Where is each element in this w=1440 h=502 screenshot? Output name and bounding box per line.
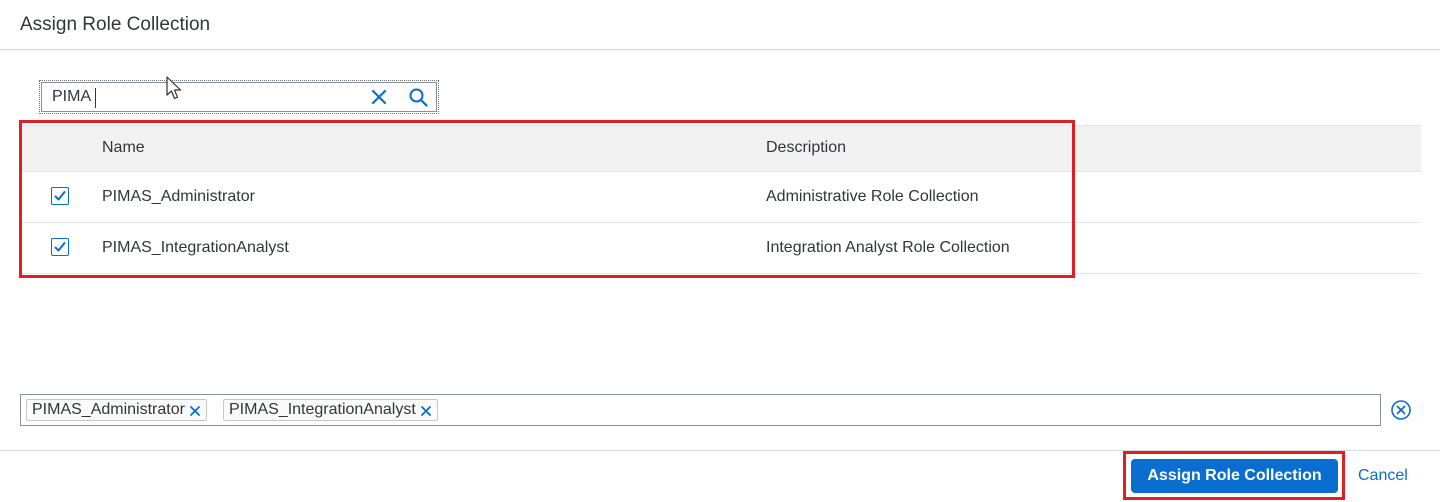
cell-name: PIMAS_IntegrationAnalyst bbox=[102, 239, 289, 256]
row-checkbox[interactable] bbox=[51, 187, 69, 205]
cell-description: Integration Analyst Role Collection bbox=[766, 239, 1010, 256]
token: PIMAS_Administrator bbox=[26, 399, 207, 421]
search-input[interactable] bbox=[52, 87, 352, 107]
dialog-title: Assign Role Collection bbox=[20, 14, 211, 35]
checkmark-icon bbox=[54, 242, 66, 252]
role-collection-table: Name Description PIMAS_Administrator Adm… bbox=[20, 125, 1421, 274]
mouse-cursor-icon bbox=[166, 76, 182, 100]
cancel-button[interactable]: Cancel bbox=[1358, 467, 1408, 485]
token-label: PIMAS_Administrator bbox=[32, 401, 185, 418]
close-icon[interactable] bbox=[371, 89, 387, 105]
assign-role-collection-button[interactable]: Assign Role Collection bbox=[1131, 459, 1338, 493]
column-header-description[interactable]: Description bbox=[766, 139, 846, 157]
search-icon[interactable] bbox=[409, 88, 428, 107]
table-row[interactable]: PIMAS_IntegrationAnalyst Integration Ana… bbox=[20, 223, 1421, 274]
token-remove-icon[interactable] bbox=[419, 404, 433, 418]
selected-tokens-field[interactable]: PIMAS_Administrator PIMAS_IntegrationAna… bbox=[20, 394, 1381, 426]
text-caret bbox=[95, 88, 96, 108]
cell-name: PIMAS_Administrator bbox=[102, 188, 255, 205]
cell-description: Administrative Role Collection bbox=[766, 188, 979, 205]
table-header: Name Description bbox=[20, 125, 1421, 172]
token-remove-icon[interactable] bbox=[188, 404, 202, 418]
token-label: PIMAS_IntegrationAnalyst bbox=[229, 401, 416, 418]
dialog-header: Assign Role Collection bbox=[0, 0, 1440, 50]
search-field[interactable] bbox=[39, 80, 439, 114]
row-checkbox[interactable] bbox=[51, 238, 69, 256]
table-row[interactable]: PIMAS_Administrator Administrative Role … bbox=[20, 172, 1421, 223]
column-header-name[interactable]: Name bbox=[102, 139, 145, 157]
checkmark-icon bbox=[54, 191, 66, 201]
clear-all-icon[interactable] bbox=[1390, 399, 1412, 421]
token: PIMAS_IntegrationAnalyst bbox=[223, 399, 438, 421]
